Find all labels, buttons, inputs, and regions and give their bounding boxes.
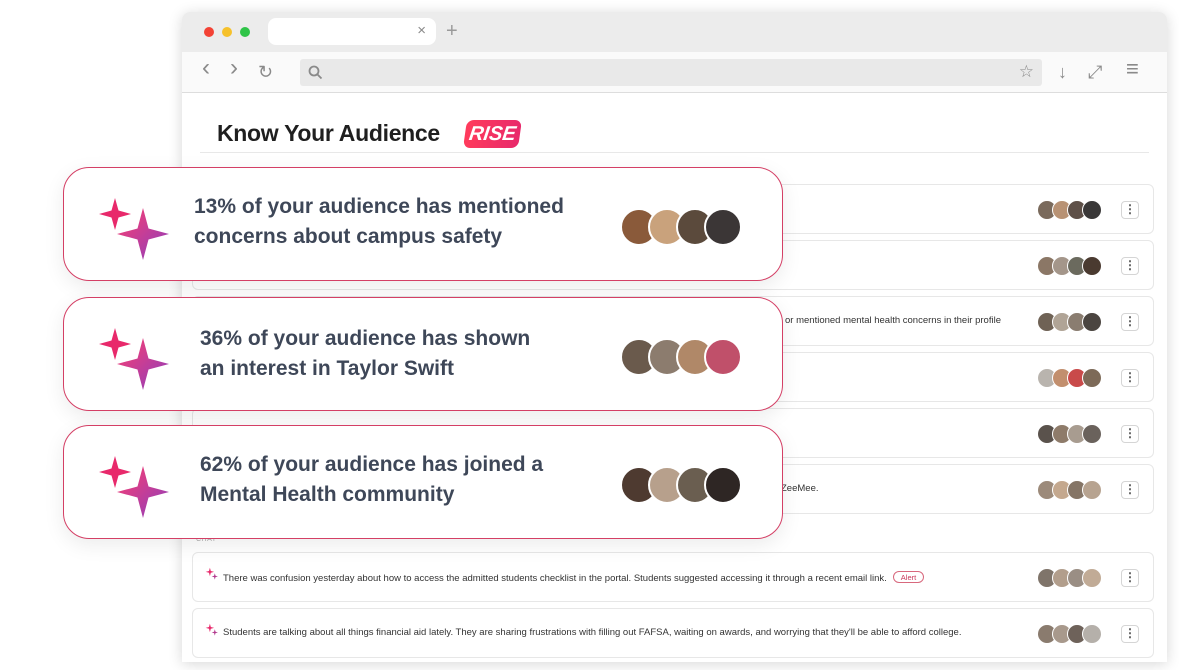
row-more-button[interactable]: ⋮ [1121,425,1139,443]
row-text: There was confusion yesterday about how … [223,571,925,584]
row-text: Students are talking about all things fi… [223,627,962,638]
avatar [1082,480,1102,500]
avatar [1082,256,1102,276]
avatar [704,466,742,504]
avatar [1082,312,1102,332]
browser-titlebar: × + [182,12,1167,52]
row-text: ZeeMee. [781,483,819,494]
avatar [1082,368,1102,388]
avatar [1082,624,1102,644]
card-line-2: concerns about campus safety [194,225,503,248]
avatar [1082,200,1102,220]
minimize-window-button[interactable] [222,27,232,37]
sparkle-icon [205,567,218,580]
row-more-button[interactable]: ⋮ [1121,569,1139,587]
sparkle-icon [99,328,169,390]
card-line-2: Mental Health community [200,483,455,506]
sparkle-icon [99,198,169,260]
page-header: Know Your Audience RISE [200,93,1149,153]
bookmark-star-icon[interactable]: ☆ [1019,62,1034,82]
row-avatar-group [1037,312,1107,332]
row-more-button[interactable]: ⋮ [1121,201,1139,219]
insight-row[interactable]: There was confusion yesterday about how … [192,552,1154,602]
new-tab-button[interactable]: + [446,20,458,42]
insight-card-taylor-swift[interactable]: 36% of your audience has shown an interes… [63,297,783,411]
browser-tab[interactable]: × [268,18,436,45]
sparkle-icon [205,623,218,636]
row-more-button[interactable]: ⋮ [1121,369,1139,387]
row-more-button[interactable]: ⋮ [1121,257,1139,275]
download-icon[interactable]: ↓ [1058,62,1067,82]
row-more-button[interactable]: ⋮ [1121,481,1139,499]
rise-badge: RISE [463,120,522,148]
row-avatar-group [1037,200,1107,220]
fullscreen-icon[interactable]: ⤢ [1088,62,1102,82]
row-avatar-group [1037,424,1107,444]
row-avatar-group [1037,568,1107,588]
card-message: 62% of your audience has joined a Mental … [200,450,610,510]
row-avatar-group [1037,256,1107,276]
row-more-button[interactable]: ⋮ [1121,625,1139,643]
row-avatar-group [1037,480,1107,500]
card-line-1: 36% of your audience has shown [200,327,531,350]
sparkle-icon [99,456,169,518]
card-message: 13% of your audience has mentioned concer… [194,192,604,252]
address-bar[interactable]: ☆ [300,59,1042,86]
forward-icon[interactable]: › [230,56,238,80]
alert-tag[interactable]: Alert [892,571,925,583]
row-avatar-group [1037,368,1107,388]
maximize-window-button[interactable] [240,27,250,37]
insight-row[interactable]: Students are talking about all things fi… [192,608,1154,658]
avatar [704,338,742,376]
screenshot-stage: × + ‹ › ↻ ☆ ↓ ⤢ ≡ Know Your Audience RIS… [0,0,1179,670]
reload-icon[interactable]: ↻ [258,62,273,82]
avatar [1082,424,1102,444]
row-text-content: There was confusion yesterday about how … [223,573,887,584]
tab-close-icon[interactable]: × [417,22,426,40]
insight-card-mental-health[interactable]: 62% of your audience has joined a Mental … [63,425,783,539]
card-avatar-group [620,338,744,378]
browser-navbar: ‹ › ↻ ☆ ↓ ⤢ ≡ [182,52,1167,93]
card-line-1: 13% of your audience has mentioned [194,195,564,218]
card-line-2: an interest in Taylor Swift [200,357,454,380]
card-message: 36% of your audience has shown an interes… [200,324,610,384]
row-more-button[interactable]: ⋮ [1121,313,1139,331]
page-content: Know Your Audience RISE [182,93,1167,153]
insight-card-campus-safety[interactable]: 13% of your audience has mentioned concer… [63,167,783,281]
back-icon[interactable]: ‹ [202,56,210,80]
card-line-1: 62% of your audience has joined a [200,453,544,476]
card-avatar-group [620,208,744,248]
page-title: Know Your Audience [217,120,440,146]
menu-icon[interactable]: ≡ [1126,58,1139,80]
row-avatar-group [1037,624,1107,644]
avatar [704,208,742,246]
row-text: or mentioned mental health concerns in t… [785,315,1001,326]
close-window-button[interactable] [204,27,214,37]
avatar [1082,568,1102,588]
search-icon [308,65,323,80]
card-avatar-group [620,466,744,506]
